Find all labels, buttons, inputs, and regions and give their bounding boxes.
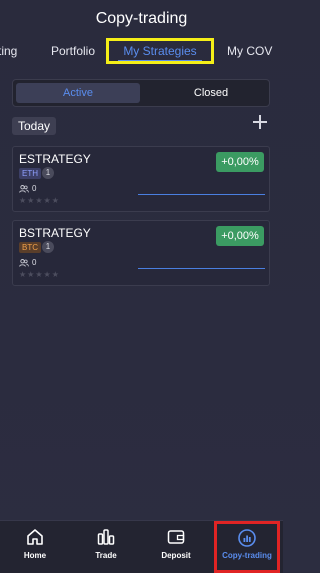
add-strategy-button[interactable]	[252, 114, 268, 130]
nav-home-label: Home	[23, 551, 47, 560]
status-segmented-control: Active Closed	[12, 79, 270, 107]
nav-deposit[interactable]: Deposit	[148, 527, 204, 567]
users-icon	[19, 258, 29, 267]
asset-count-badge: 1	[42, 167, 54, 179]
segment-closed[interactable]: Closed	[154, 83, 268, 103]
nav-trade-label: Trade	[95, 551, 117, 560]
home-icon	[27, 529, 43, 545]
strategy-tabs: ting Portfolio My Strategies My COV	[0, 38, 283, 64]
followers-value: 0	[32, 258, 37, 267]
asset-badge: ETH	[19, 168, 41, 179]
date-group-label: Today	[12, 117, 57, 135]
users-icon	[19, 184, 29, 193]
performance-badge: +0,00%	[216, 226, 264, 246]
tab-my-cov[interactable]: My COV	[227, 44, 272, 58]
strategy-card[interactable]: ESTRATEGY ETH 1 0 ★★★★★ +0,00%	[12, 146, 270, 212]
strategy-name: ESTRATEGY	[19, 152, 91, 166]
nav-copy-trading-label: Copy-trading	[222, 551, 272, 560]
strategy-name: BSTRATEGY	[19, 226, 91, 240]
segment-active[interactable]: Active	[16, 83, 140, 103]
performance-badge: +0,00%	[216, 152, 264, 172]
trade-bars-icon	[97, 529, 115, 545]
copy-trading-icon	[238, 529, 256, 547]
strategy-card[interactable]: BSTRATEGY BTC 1 0 ★★★★★ +0,00%	[12, 220, 270, 286]
star-rating: ★★★★★	[19, 270, 60, 279]
nav-copy-trading[interactable]: Copy-trading	[214, 521, 280, 573]
tab-portfolio[interactable]: Portfolio	[51, 44, 95, 58]
star-rating: ★★★★★	[19, 196, 60, 205]
active-tab-indicator	[118, 60, 202, 61]
nav-deposit-label: Deposit	[161, 551, 191, 560]
followers-count: 0	[19, 184, 36, 193]
tab-my-strategies-label: My Strategies	[123, 44, 197, 58]
page-title: Copy-trading	[95, 10, 188, 27]
nav-home[interactable]: Home	[7, 527, 63, 567]
followers-count: 0	[19, 258, 36, 267]
asset-count-badge: 1	[42, 241, 54, 253]
wallet-icon	[167, 530, 185, 544]
nav-trade[interactable]: Trade	[78, 527, 134, 567]
tab-trading[interactable]: ting	[0, 44, 17, 58]
followers-value: 0	[32, 184, 37, 193]
performance-sparkline	[138, 268, 265, 269]
bottom-navigation: Home Trade Deposit Copy-trading	[0, 520, 283, 573]
asset-badge: BTC	[19, 242, 41, 253]
performance-sparkline	[138, 194, 265, 195]
